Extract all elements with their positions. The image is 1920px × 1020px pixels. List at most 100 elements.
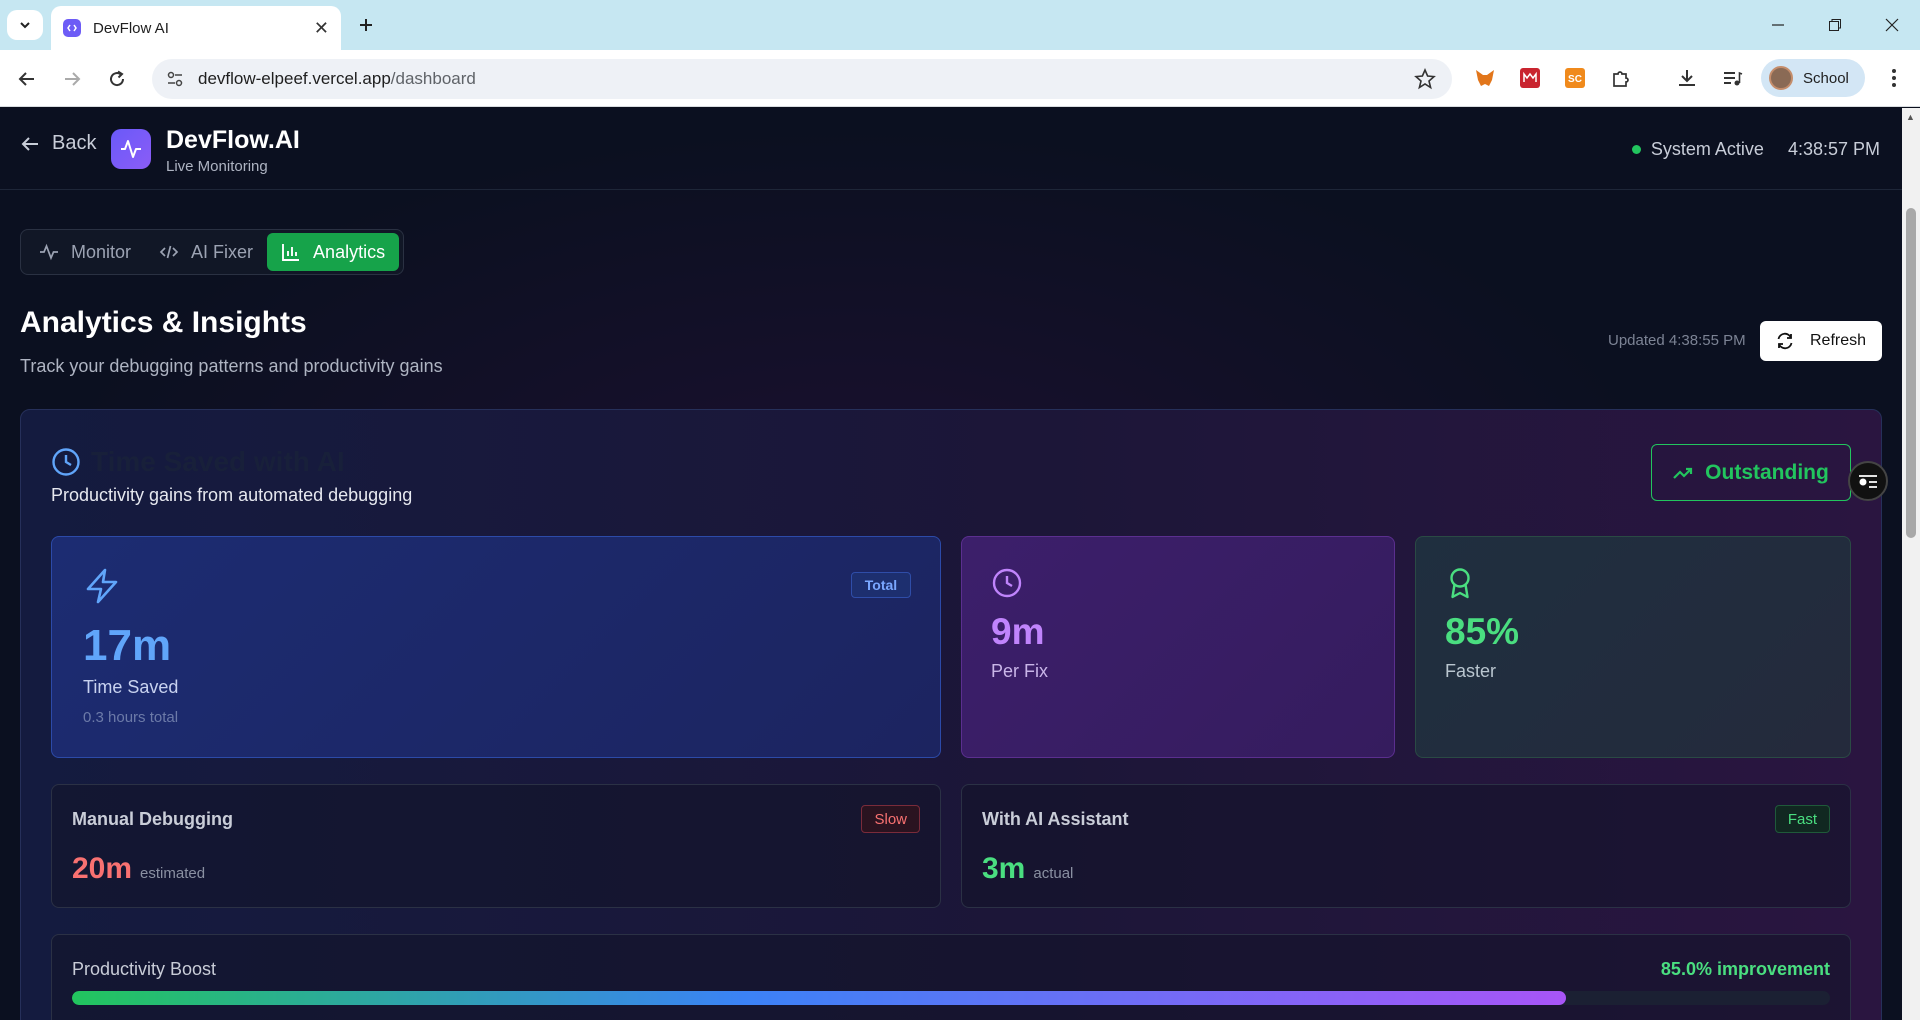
page-subtitle: Track your debugging patterns and produc… bbox=[20, 356, 443, 376]
fast-badge: Fast bbox=[1774, 805, 1830, 833]
back-nav-button[interactable] bbox=[10, 62, 44, 96]
brand-subtitle: Live Monitoring bbox=[166, 158, 268, 175]
bar-chart-icon bbox=[282, 244, 300, 261]
productivity-boost-card: Productivity Boost 85.0% improvement bbox=[51, 934, 1851, 1020]
brand-name: DevFlow.AI bbox=[166, 126, 300, 154]
arrow-left-icon bbox=[21, 136, 38, 151]
tab-ai-fixer-label: AI Fixer bbox=[191, 241, 254, 262]
download-icon[interactable] bbox=[1673, 64, 1701, 92]
faster-card: 85% Faster bbox=[1415, 536, 1851, 758]
slow-badge: Slow bbox=[861, 805, 920, 833]
brand: DevFlow.AI Live Monitoring bbox=[166, 126, 300, 175]
url-text: devflow-elpeef.vercel.app/dashboard bbox=[198, 69, 476, 89]
bookmark-star-icon[interactable] bbox=[1414, 68, 1436, 90]
total-time-saved-card: Total 17m Time Saved 0.3 hours total bbox=[51, 536, 941, 758]
extensions-puzzle-icon[interactable] bbox=[1607, 64, 1635, 92]
minimize-button[interactable] bbox=[1749, 0, 1806, 50]
code-icon bbox=[159, 245, 179, 259]
clock-icon bbox=[992, 568, 1022, 598]
tab-ai-fixer[interactable]: AI Fixer bbox=[145, 233, 267, 271]
scroll-up-icon[interactable]: ▲ bbox=[1906, 112, 1915, 122]
award-icon bbox=[1450, 568, 1470, 599]
reload-icon bbox=[110, 70, 125, 87]
browser-toolbar: devflow-elpeef.vercel.app/dashboard SC S… bbox=[0, 50, 1920, 107]
tab-analytics[interactable]: Analytics bbox=[267, 233, 400, 271]
manual-note: estimated bbox=[140, 865, 206, 882]
refresh-label: Refresh bbox=[1809, 332, 1867, 349]
svg-text:SC: SC bbox=[1568, 74, 1582, 85]
lightning-icon bbox=[86, 568, 118, 604]
tab-title: DevFlow AI bbox=[93, 19, 169, 37]
browser-menu-icon[interactable] bbox=[1880, 64, 1908, 92]
ai-note: actual bbox=[1033, 865, 1074, 882]
panel-title: Time Saved with AI bbox=[91, 446, 345, 477]
reload-button[interactable] bbox=[100, 62, 134, 96]
faster-label: Faster bbox=[1445, 661, 1497, 681]
rating-badge: Outstanding bbox=[1651, 444, 1851, 501]
site-info-icon[interactable] bbox=[166, 70, 184, 88]
panel-subtitle: Productivity gains from automated debugg… bbox=[51, 485, 413, 505]
url-host: devflow-elpeef.vercel.app bbox=[198, 69, 391, 88]
status-text: System Active bbox=[1650, 139, 1764, 159]
new-tab-button[interactable] bbox=[352, 11, 380, 39]
tab-monitor-label: Monitor bbox=[71, 241, 132, 262]
browser-tab[interactable]: DevFlow AI ✕ bbox=[51, 6, 341, 50]
system-status: System Active 4:38:57 PM bbox=[1631, 139, 1880, 160]
boost-progress-track bbox=[72, 991, 1830, 1005]
page-title: Analytics & Insights bbox=[20, 306, 307, 339]
toggle-list-icon bbox=[1859, 475, 1877, 488]
boost-improvement: 85.0% improvement bbox=[1660, 959, 1830, 979]
chevron-down-icon bbox=[20, 22, 30, 29]
back-button[interactable]: Back bbox=[20, 132, 96, 155]
ai-value: 3m bbox=[982, 852, 1026, 885]
profile-chip[interactable]: School bbox=[1761, 59, 1865, 97]
plus-icon bbox=[360, 19, 372, 31]
boost-progress-fill bbox=[72, 991, 1567, 1005]
close-window-button[interactable] bbox=[1863, 0, 1920, 50]
total-hours: 0.3 hours total bbox=[83, 709, 179, 726]
arrow-left-icon bbox=[18, 72, 34, 86]
boost-title: Productivity Boost bbox=[72, 959, 217, 979]
sc-extension-icon[interactable]: SC bbox=[1561, 64, 1589, 92]
last-updated: Updated 4:38:55 PM bbox=[1608, 332, 1746, 349]
back-label: Back bbox=[52, 132, 97, 154]
rating-label: Outstanding bbox=[1705, 460, 1829, 484]
red-extension-icon[interactable] bbox=[1516, 64, 1544, 92]
devflow-favicon-icon bbox=[63, 19, 81, 37]
restore-button[interactable] bbox=[1806, 0, 1863, 50]
browser-tabstrip: DevFlow AI ✕ bbox=[0, 0, 1920, 50]
total-label: Time Saved bbox=[83, 677, 179, 697]
app-header: Back DevFlow.AI Live Monitoring System A… bbox=[0, 108, 1902, 190]
tab-monitor[interactable]: Monitor bbox=[25, 233, 145, 271]
clock-icon bbox=[52, 448, 80, 476]
manual-value: 20m bbox=[72, 852, 133, 885]
floating-assistant-button[interactable] bbox=[1848, 461, 1888, 501]
arrow-right-icon bbox=[65, 72, 81, 86]
page-scrollbar[interactable]: ▲ bbox=[1902, 108, 1920, 1020]
ai-assistant-card: With AI Assistant Fast 3m actual bbox=[961, 784, 1851, 908]
scroll-thumb[interactable] bbox=[1906, 208, 1916, 538]
tab-analytics-label: Analytics bbox=[313, 241, 386, 262]
status-dot-icon bbox=[1631, 145, 1641, 154]
address-bar[interactable]: devflow-elpeef.vercel.app/dashboard bbox=[152, 59, 1452, 99]
url-path: /dashboard bbox=[390, 69, 476, 88]
refresh-button[interactable]: Refresh bbox=[1760, 321, 1882, 361]
manual-debugging-card: Manual Debugging Slow 20m estimated bbox=[51, 784, 941, 908]
per-fix-label: Per Fix bbox=[991, 661, 1049, 681]
devflow-logo-icon bbox=[111, 129, 151, 169]
ai-value-row: 3m actual bbox=[982, 852, 1073, 886]
refresh-icon bbox=[1777, 332, 1793, 350]
avatar bbox=[1769, 66, 1793, 90]
media-control-icon[interactable] bbox=[1718, 64, 1746, 92]
clock: 4:38:57 PM bbox=[1787, 139, 1880, 159]
faster-value: 85% bbox=[1445, 611, 1520, 652]
total-value: 17m bbox=[83, 621, 172, 670]
tab-search-button[interactable] bbox=[7, 10, 43, 40]
metamask-extension-icon[interactable] bbox=[1471, 64, 1499, 92]
per-fix-card: 9m Per Fix bbox=[961, 536, 1395, 758]
panel-header: Time Saved with AI bbox=[51, 446, 345, 478]
close-tab-icon[interactable]: ✕ bbox=[314, 18, 329, 39]
forward-nav-button[interactable] bbox=[55, 62, 89, 96]
manual-title: Manual Debugging bbox=[72, 809, 233, 829]
activity-icon bbox=[40, 243, 58, 261]
